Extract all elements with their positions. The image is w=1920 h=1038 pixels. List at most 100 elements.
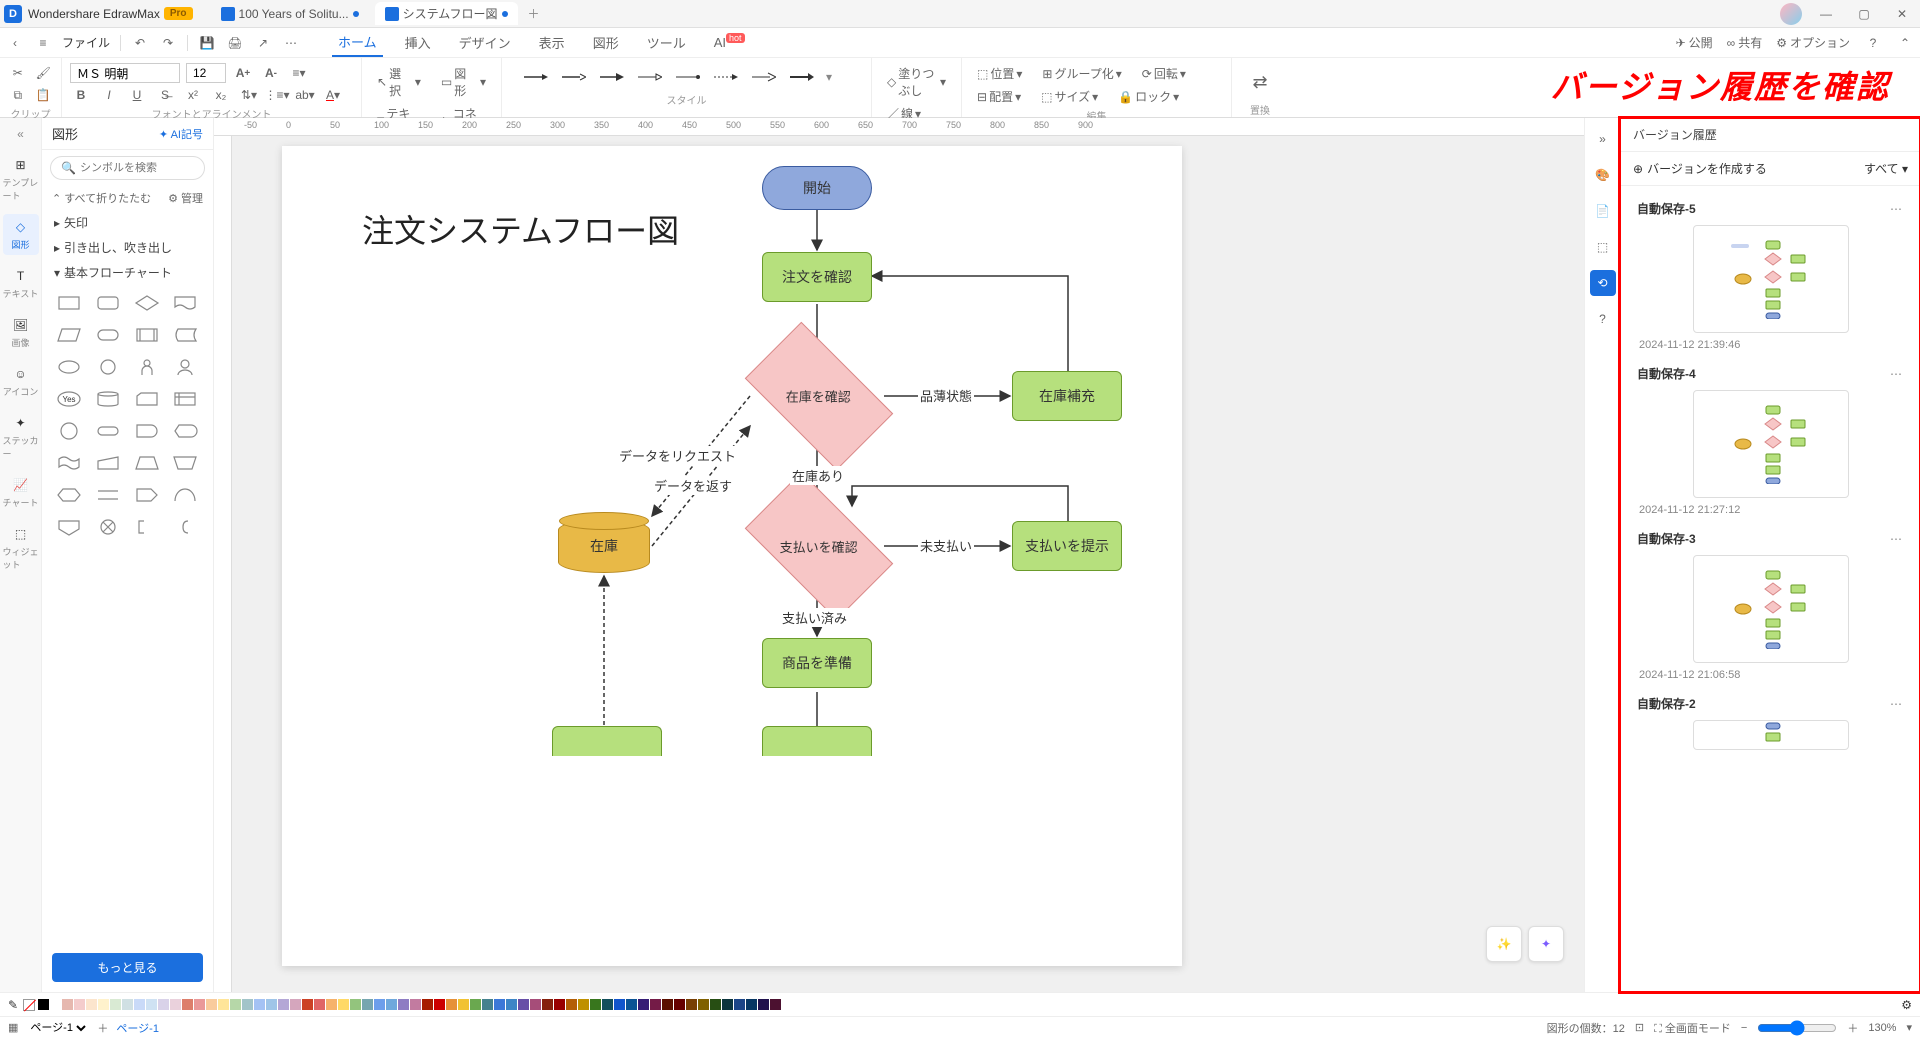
no-color-icon[interactable] — [23, 999, 35, 1011]
shape-display[interactable] — [168, 417, 202, 445]
color-swatch[interactable] — [698, 999, 709, 1010]
shape-offpage[interactable] — [130, 481, 164, 509]
shape-predefined[interactable] — [130, 321, 164, 349]
color-swatch[interactable] — [218, 999, 229, 1010]
page[interactable]: 注文システムフロー図 開始 — [282, 146, 1182, 966]
help-icon[interactable]: ? — [1864, 34, 1882, 52]
expand-right-button[interactable]: » — [1590, 126, 1616, 152]
more-icon[interactable]: ⋯ — [282, 34, 300, 52]
node-check-stock[interactable]: 在庫を確認 — [745, 322, 893, 470]
size-button[interactable]: ⬚ サイズ▾ — [1034, 85, 1105, 108]
doc-tab-0[interactable]: 100 Years of Solitu... — [211, 4, 369, 24]
color-swatch[interactable] — [470, 999, 481, 1010]
save-button[interactable]: 💾 — [198, 34, 216, 52]
zoom-out-button[interactable]: − — [1741, 1022, 1747, 1034]
node-check-payment[interactable]: 支払いを確認 — [745, 472, 893, 620]
decrease-font-button[interactable]: A- — [260, 62, 282, 84]
color-swatch[interactable] — [590, 999, 601, 1010]
cat-arrows[interactable]: ▸ 矢印 — [42, 210, 213, 235]
zoom-slider[interactable] — [1757, 1020, 1837, 1036]
shape-internal-storage[interactable] — [168, 385, 202, 413]
shape-ellipse[interactable] — [52, 353, 86, 381]
node-partial-2[interactable] — [762, 726, 872, 756]
manage-button[interactable]: ⚙ 管理 — [168, 190, 203, 206]
increase-font-button[interactable]: A+ — [232, 62, 254, 84]
color-swatch[interactable] — [578, 999, 589, 1010]
item-menu[interactable]: ⋯ — [1890, 532, 1904, 546]
fold-all-button[interactable]: ⌃ すべて折りたたむ — [52, 190, 151, 206]
shape-search-input[interactable] — [80, 162, 222, 174]
bullets-button[interactable]: ⋮≡▾ — [266, 84, 288, 106]
color-swatch[interactable] — [638, 999, 649, 1010]
tab-tool[interactable]: ツール — [641, 29, 692, 56]
history-list[interactable]: 自動保存-5⋯ 2024-11-12 21:39:46 自動保存-4⋯ 2024… — [1621, 186, 1920, 992]
history-thumbnail[interactable] — [1693, 225, 1849, 333]
minimize-button[interactable]: — — [1812, 4, 1840, 24]
shape-terminator[interactable] — [91, 321, 125, 349]
highlight-button[interactable]: ab▾ — [294, 84, 316, 106]
tab-home[interactable]: ホーム — [332, 28, 383, 57]
color-swatch[interactable] — [530, 999, 541, 1010]
doc-tab-1[interactable]: システムフロー図 — [375, 2, 518, 25]
shape-tape[interactable] — [52, 449, 86, 477]
settings-icon[interactable]: ⚙ — [1901, 998, 1912, 1012]
rail-chart[interactable]: 📈チャート — [3, 472, 39, 513]
node-prepare-goods[interactable]: 商品を準備 — [762, 638, 872, 688]
font-color-button[interactable]: A▾ — [322, 84, 344, 106]
rail-sticker[interactable]: ✦ステッカー — [3, 410, 39, 464]
color-swatch[interactable] — [314, 999, 325, 1010]
underline-button[interactable]: U — [126, 84, 148, 106]
fill-button[interactable]: ◇ 塗りつぶし▾ — [880, 62, 953, 102]
color-swatch[interactable] — [734, 999, 745, 1010]
color-swatch[interactable] — [650, 999, 661, 1010]
rail-icon[interactable]: ☺アイコン — [3, 361, 39, 402]
zoom-value[interactable]: 130% — [1868, 1022, 1896, 1034]
rail-image[interactable]: 🖼画像 — [3, 312, 39, 353]
more-shapes-button[interactable]: もっと見る — [52, 953, 203, 982]
color-swatch[interactable] — [566, 999, 577, 1010]
copy-button[interactable]: ⧉ — [8, 84, 28, 106]
shape-pentagon[interactable] — [52, 513, 86, 541]
ai-symbol-button[interactable]: ✦ AI記号 — [159, 126, 203, 142]
arrow-style[interactable] — [674, 71, 700, 83]
color-swatch[interactable] — [326, 999, 337, 1010]
arrow-style[interactable] — [788, 71, 814, 83]
shape-summing[interactable] — [91, 513, 125, 541]
gallery-more[interactable]: ▾ — [826, 70, 832, 84]
shape-arc[interactable] — [168, 481, 202, 509]
arrow-style[interactable] — [598, 71, 624, 83]
rail-template[interactable]: ⊞テンプレート — [3, 152, 39, 206]
publish-button[interactable]: ✈ 公開 — [1676, 34, 1713, 51]
color-swatch[interactable] — [350, 999, 361, 1010]
properties-button[interactable]: 📄 — [1590, 198, 1616, 224]
shape-parallelogram[interactable] — [52, 321, 86, 349]
user-avatar[interactable] — [1780, 3, 1802, 25]
color-swatch[interactable] — [710, 999, 721, 1010]
color-swatch[interactable] — [182, 999, 193, 1010]
history-item[interactable]: 自動保存-5⋯ 2024-11-12 21:39:46 — [1631, 192, 1910, 357]
color-swatch[interactable] — [410, 999, 421, 1010]
subscript-button[interactable]: x₂ — [210, 84, 232, 106]
fit-icon[interactable]: ⊡ — [1635, 1021, 1644, 1034]
color-swatch[interactable] — [50, 999, 61, 1010]
color-swatch[interactable] — [386, 999, 397, 1010]
ai-magic-button[interactable]: ✨ — [1486, 926, 1522, 962]
color-swatch[interactable] — [722, 999, 733, 1010]
color-swatch[interactable] — [482, 999, 493, 1010]
shape-manual-input[interactable] — [91, 449, 125, 477]
cut-button[interactable]: ✂ — [8, 62, 28, 84]
replace-button[interactable]: ⇄ — [1240, 62, 1280, 102]
zoom-dropdown[interactable]: ▾ — [1906, 1021, 1912, 1034]
color-swatch[interactable] — [74, 999, 85, 1010]
color-swatch[interactable] — [662, 999, 673, 1010]
page-link[interactable]: ページ-1 — [116, 1020, 159, 1036]
node-restock[interactable]: 在庫補充 — [1012, 371, 1122, 421]
shape-person[interactable] — [130, 353, 164, 381]
shape-hexagon[interactable] — [52, 481, 86, 509]
shape-user[interactable] — [168, 353, 202, 381]
strike-button[interactable]: S̶ — [154, 84, 176, 106]
diagram-title[interactable]: 注文システムフロー図 — [362, 206, 679, 252]
color-swatch[interactable] — [422, 999, 433, 1010]
rail-widget[interactable]: ⬚ウィジェット — [3, 521, 39, 575]
node-show-payment[interactable]: 支払いを提示 — [1012, 521, 1122, 571]
